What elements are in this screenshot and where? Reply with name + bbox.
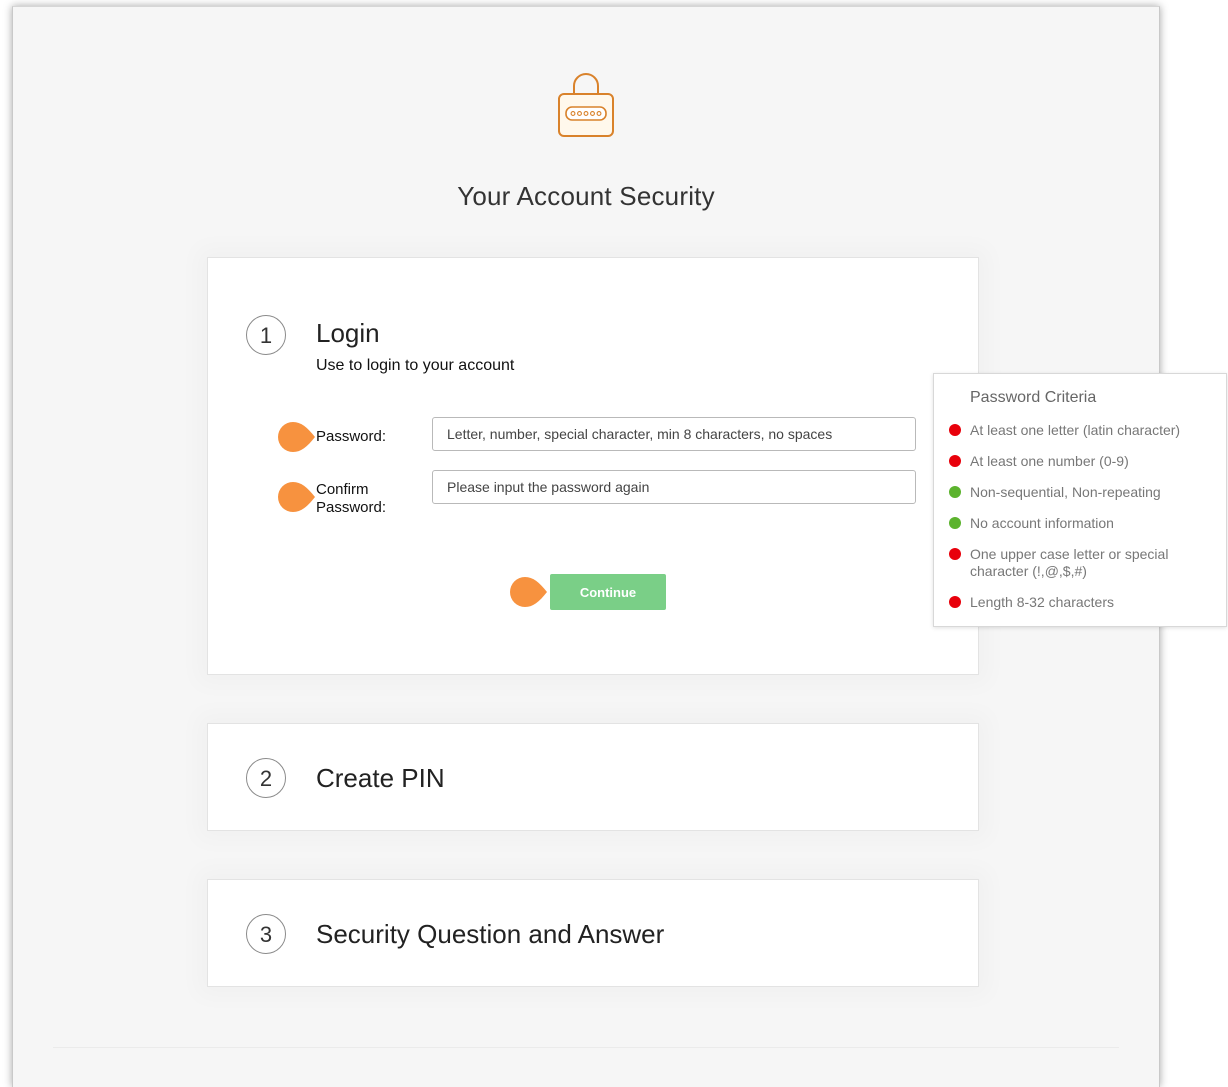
password-input[interactable] — [432, 417, 916, 451]
status-dot-icon — [949, 517, 961, 529]
step-number-2: 2 — [246, 758, 286, 798]
create-pin-card[interactable]: 2 Create PIN — [207, 723, 979, 831]
login-title: Login — [316, 318, 380, 348]
security-question-title: Security Question and Answer — [316, 919, 665, 949]
status-dot-icon — [949, 486, 961, 498]
security-question-card[interactable]: 3 Security Question and Answer — [207, 879, 979, 987]
criteria-item-label: One upper case letter or special charact… — [970, 546, 1169, 579]
status-dot-icon — [949, 548, 961, 560]
password-pointer-marker — [278, 422, 315, 452]
password-criteria-popover: Password Criteria At least one letter (l… — [933, 373, 1227, 627]
confirm-label-line2: Password: — [316, 499, 387, 516]
status-dot-icon — [949, 455, 961, 467]
confirm-password-label: Confirm Password: — [316, 481, 386, 517]
step-number-1: 1 — [246, 315, 286, 355]
criteria-item: No account information — [948, 515, 1218, 532]
confirm-password-input[interactable] — [432, 470, 916, 504]
login-subtitle: Use to login to your account — [316, 357, 515, 374]
create-pin-title: Create PIN — [316, 763, 445, 793]
step-number-3: 3 — [246, 914, 286, 954]
criteria-item: Length 8-32 characters — [948, 594, 1218, 611]
login-card: 1 Login Use to login to your account Pas… — [207, 257, 979, 675]
status-dot-icon — [949, 424, 961, 436]
continue-button[interactable]: Continue — [550, 574, 666, 610]
password-label: Password: — [316, 428, 387, 445]
continue-pointer-marker — [510, 577, 547, 607]
criteria-list: At least one letter (latin character) At… — [948, 422, 1218, 625]
confirm-label-line1: Confirm — [316, 481, 369, 498]
criteria-item-label: At least one number (0-9) — [970, 453, 1129, 469]
criteria-title: Password Criteria — [970, 389, 1097, 406]
status-dot-icon — [949, 596, 961, 608]
criteria-item-label: At least one letter (latin character) — [970, 422, 1181, 438]
lock-icon — [558, 73, 614, 137]
criteria-item-label: Non-sequential, Non-repeating — [970, 484, 1161, 500]
confirm-password-pointer-marker — [278, 482, 315, 512]
criteria-item: At least one letter (latin character) — [948, 422, 1218, 439]
criteria-item: Non-sequential, Non-repeating — [948, 484, 1218, 501]
page-title: Your Account Security — [457, 181, 715, 211]
criteria-item-label: Length 8-32 characters — [970, 594, 1114, 610]
footer-divider — [53, 1047, 1119, 1048]
criteria-item: One upper case letter or special charact… — [948, 546, 1218, 580]
criteria-item-label: No account information — [970, 515, 1114, 531]
criteria-item: At least one number (0-9) — [948, 453, 1218, 470]
